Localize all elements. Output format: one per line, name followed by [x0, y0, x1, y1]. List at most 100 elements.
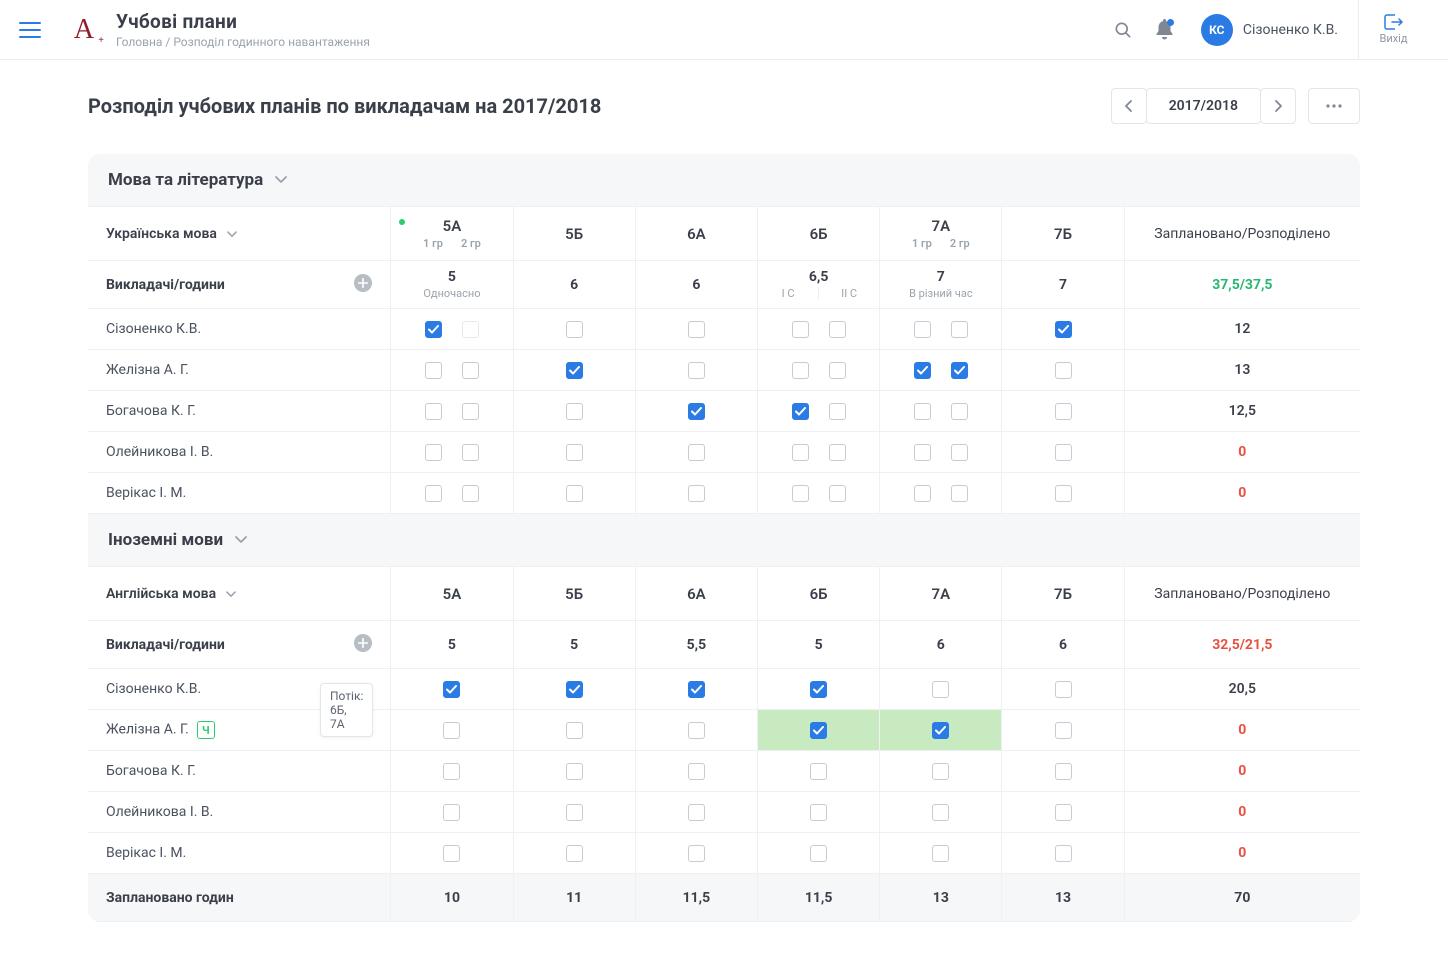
year-next-button[interactable] — [1260, 88, 1296, 124]
checkbox[interactable] — [462, 321, 479, 338]
checkbox[interactable] — [810, 681, 827, 698]
avatar[interactable]: КС — [1201, 14, 1233, 46]
checkbox[interactable] — [1055, 763, 1072, 780]
checkbox[interactable] — [443, 804, 460, 821]
section-title: Мова та література — [108, 170, 263, 190]
menu-button[interactable] — [0, 0, 60, 60]
logo: A+ — [66, 12, 102, 48]
footer-row: Заплановано годин101111,511,5131370 — [88, 874, 1360, 922]
checkbox[interactable] — [810, 804, 827, 821]
checkbox[interactable] — [1055, 444, 1072, 461]
checkbox[interactable] — [951, 362, 968, 379]
checkbox[interactable] — [443, 845, 460, 862]
row-sum: 12 — [1234, 321, 1250, 337]
checkbox[interactable] — [932, 722, 949, 739]
title-block: Учбові плани Головна / Розподіл годинног… — [116, 10, 370, 49]
checkbox[interactable] — [462, 485, 479, 502]
checkbox[interactable] — [951, 403, 968, 420]
add-teacher-button[interactable] — [354, 634, 372, 656]
checkbox[interactable] — [932, 763, 949, 780]
checkbox[interactable] — [688, 362, 705, 379]
checkbox[interactable] — [810, 845, 827, 862]
checkbox[interactable] — [425, 321, 442, 338]
checkbox[interactable] — [566, 845, 583, 862]
checkbox[interactable] — [462, 403, 479, 420]
checkbox[interactable] — [425, 362, 442, 379]
checkbox[interactable] — [425, 403, 442, 420]
checkbox[interactable] — [1055, 362, 1072, 379]
checkbox[interactable] — [688, 845, 705, 862]
checkbox[interactable] — [951, 444, 968, 461]
checkbox[interactable] — [688, 681, 705, 698]
checkbox[interactable] — [829, 362, 846, 379]
checkbox[interactable] — [443, 763, 460, 780]
add-teacher-button[interactable] — [354, 274, 372, 296]
checkbox[interactable] — [951, 485, 968, 502]
footer-value: 11,5 — [635, 874, 757, 922]
checkbox[interactable] — [792, 321, 809, 338]
checkbox[interactable] — [914, 321, 931, 338]
checkbox[interactable] — [1055, 845, 1072, 862]
checkbox[interactable] — [810, 763, 827, 780]
checkbox[interactable] — [932, 804, 949, 821]
checkbox[interactable] — [914, 444, 931, 461]
row-sum: 0 — [1238, 845, 1246, 861]
checkbox[interactable] — [688, 403, 705, 420]
checkbox[interactable] — [932, 845, 949, 862]
row-sum: 20,5 — [1229, 681, 1256, 697]
year-prev-button[interactable] — [1111, 88, 1147, 124]
checkbox[interactable] — [425, 485, 442, 502]
checkbox[interactable] — [566, 804, 583, 821]
checkbox[interactable] — [688, 722, 705, 739]
checkbox[interactable] — [1055, 403, 1072, 420]
checkbox[interactable] — [792, 485, 809, 502]
checkbox[interactable] — [914, 403, 931, 420]
checkbox[interactable] — [829, 403, 846, 420]
checkbox[interactable] — [462, 444, 479, 461]
checkbox[interactable] — [951, 321, 968, 338]
checkbox[interactable] — [810, 722, 827, 739]
checkbox[interactable] — [1055, 485, 1072, 502]
bell-icon[interactable] — [1147, 12, 1183, 48]
logout-button[interactable]: Вихід — [1358, 0, 1428, 60]
checkbox[interactable] — [829, 321, 846, 338]
checkbox[interactable] — [443, 681, 460, 698]
checkbox[interactable] — [1055, 681, 1072, 698]
checkbox[interactable] — [688, 321, 705, 338]
checkbox[interactable] — [566, 485, 583, 502]
checkbox[interactable] — [566, 763, 583, 780]
checkbox[interactable] — [1055, 804, 1072, 821]
checkbox[interactable] — [462, 362, 479, 379]
checkbox[interactable] — [829, 444, 846, 461]
checkbox[interactable] — [792, 403, 809, 420]
checkbox[interactable] — [829, 485, 846, 502]
checkbox[interactable] — [914, 485, 931, 502]
section-header[interactable]: Мова та література — [88, 154, 1360, 206]
col-summary: Заплановано/Розподілено — [1124, 567, 1360, 621]
checkbox[interactable] — [932, 681, 949, 698]
more-button[interactable] — [1308, 88, 1360, 124]
row-sum: 0 — [1238, 485, 1246, 501]
checkbox[interactable] — [792, 444, 809, 461]
section-header[interactable]: Іноземні мови — [88, 514, 1360, 566]
checkbox[interactable] — [688, 444, 705, 461]
subject-toggle[interactable]: Українська мова — [106, 226, 372, 242]
checkbox[interactable] — [688, 485, 705, 502]
checkbox[interactable] — [566, 362, 583, 379]
year-label: 2017/2018 — [1146, 88, 1261, 124]
checkbox[interactable] — [566, 444, 583, 461]
checkbox[interactable] — [914, 362, 931, 379]
checkbox[interactable] — [566, 321, 583, 338]
checkbox[interactable] — [566, 403, 583, 420]
checkbox[interactable] — [1055, 321, 1072, 338]
subject-toggle[interactable]: Англійська мова — [106, 586, 372, 602]
checkbox[interactable] — [1055, 722, 1072, 739]
checkbox[interactable] — [688, 763, 705, 780]
checkbox[interactable] — [566, 681, 583, 698]
checkbox[interactable] — [688, 804, 705, 821]
checkbox[interactable] — [566, 722, 583, 739]
checkbox[interactable] — [443, 722, 460, 739]
checkbox[interactable] — [425, 444, 442, 461]
search-icon[interactable] — [1105, 12, 1141, 48]
checkbox[interactable] — [792, 362, 809, 379]
